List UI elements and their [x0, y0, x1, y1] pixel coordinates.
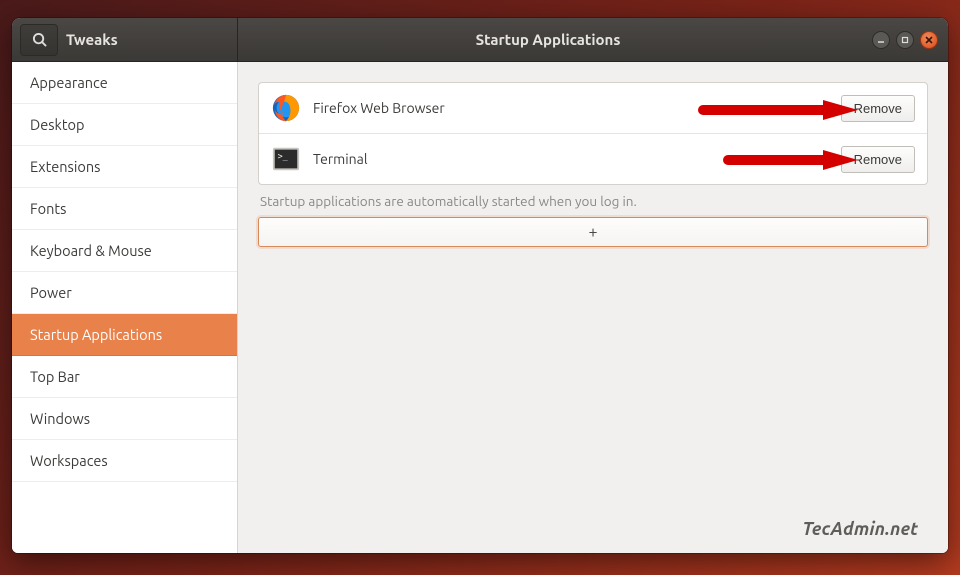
window-controls	[858, 18, 948, 61]
content-pane: Firefox Web Browser Remove >_ Terminal R…	[238, 62, 948, 553]
svg-text:>_: >_	[278, 151, 289, 161]
startup-app-row: Firefox Web Browser Remove	[259, 83, 927, 133]
search-icon	[32, 32, 47, 47]
startup-app-name: Terminal	[313, 151, 829, 167]
window-body: Appearance Desktop Extensions Fonts Keyb…	[12, 62, 948, 553]
maximize-button[interactable]	[896, 31, 914, 49]
search-button[interactable]	[20, 24, 58, 56]
sidebar-item-appearance[interactable]: Appearance	[12, 62, 237, 104]
maximize-icon	[901, 36, 909, 44]
sidebar-item-keyboard-mouse[interactable]: Keyboard & Mouse	[12, 230, 237, 272]
sidebar-item-desktop[interactable]: Desktop	[12, 104, 237, 146]
close-button[interactable]	[920, 31, 938, 49]
watermark: TecAdmin.net	[802, 519, 918, 539]
hint-text: Startup applications are automatically s…	[260, 193, 926, 209]
firefox-icon	[271, 93, 301, 123]
startup-app-name: Firefox Web Browser	[313, 100, 829, 116]
titlebar: Tweaks Startup Applications	[12, 18, 948, 62]
sidebar-item-extensions[interactable]: Extensions	[12, 146, 237, 188]
page-title: Startup Applications	[238, 18, 858, 61]
sidebar-item-top-bar[interactable]: Top Bar	[12, 356, 237, 398]
sidebar: Appearance Desktop Extensions Fonts Keyb…	[12, 62, 238, 553]
sidebar-item-startup-applications[interactable]: Startup Applications	[12, 314, 237, 356]
titlebar-left: Tweaks	[12, 18, 238, 61]
terminal-icon: >_	[271, 144, 301, 174]
remove-button[interactable]: Remove	[841, 146, 915, 173]
plus-icon: +	[588, 223, 597, 241]
sidebar-item-fonts[interactable]: Fonts	[12, 188, 237, 230]
sidebar-item-windows[interactable]: Windows	[12, 398, 237, 440]
remove-button[interactable]: Remove	[841, 95, 915, 122]
sidebar-item-workspaces[interactable]: Workspaces	[12, 440, 237, 482]
add-startup-app-button[interactable]: +	[258, 217, 928, 247]
close-icon	[925, 36, 933, 44]
sidebar-item-power[interactable]: Power	[12, 272, 237, 314]
tweaks-window: Tweaks Startup Applications Appearance D…	[12, 18, 948, 553]
startup-apps-list: Firefox Web Browser Remove >_ Terminal R…	[258, 82, 928, 185]
minimize-button[interactable]	[872, 31, 890, 49]
minimize-icon	[877, 36, 885, 44]
startup-app-row: >_ Terminal Remove	[259, 133, 927, 184]
app-name: Tweaks	[66, 31, 118, 48]
